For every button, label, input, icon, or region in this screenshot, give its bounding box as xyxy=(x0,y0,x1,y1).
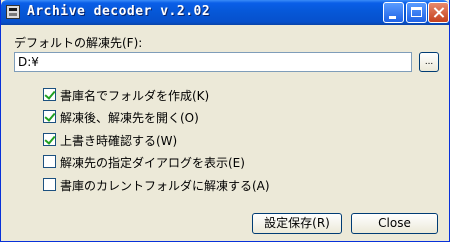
show-destination-dialog-label: 解凍先の指定ダイアログを表示(E) xyxy=(60,156,245,170)
title-bar[interactable]: Archive decoder v.2.02 xyxy=(1,0,449,25)
open-after-extract-label: 解凍後、解凍先を開く(O) xyxy=(60,111,199,125)
create-folder-label: 書庫名でフォルダを作成(K) xyxy=(60,89,210,103)
confirm-overwrite-label: 上書き時確認する(W) xyxy=(60,134,178,148)
window-title: Archive decoder v.2.02 xyxy=(27,4,211,19)
checkmark-icon xyxy=(44,133,56,145)
close-window-button[interactable] xyxy=(428,2,449,23)
confirm-overwrite-checkbox[interactable] xyxy=(43,133,56,146)
archive-decoder-window: Archive decoder v.2.02 デフォルトの解凍先(F): ...… xyxy=(0,0,450,242)
save-settings-button[interactable]: 設定保存(R) xyxy=(252,213,342,234)
open-after-extract-checkbox[interactable] xyxy=(43,110,56,123)
extract-to-current-folder-label: 書庫のカレントフォルダに解凍する(A) xyxy=(60,179,270,193)
app-icon[interactable] xyxy=(6,5,20,19)
destination-path-input[interactable] xyxy=(14,52,412,72)
destination-label: デフォルトの解凍先(F): xyxy=(14,36,143,50)
create-folder-checkbox[interactable] xyxy=(43,88,56,101)
checkmark-icon xyxy=(44,110,56,122)
maximize-button[interactable] xyxy=(406,2,427,23)
minimize-button[interactable] xyxy=(383,2,404,23)
close-button[interactable]: Close xyxy=(351,213,438,234)
browse-button[interactable]: ... xyxy=(419,52,439,72)
show-destination-dialog-checkbox[interactable] xyxy=(43,155,56,168)
checkmark-icon xyxy=(44,88,56,100)
extract-to-current-folder-checkbox[interactable] xyxy=(43,178,56,191)
